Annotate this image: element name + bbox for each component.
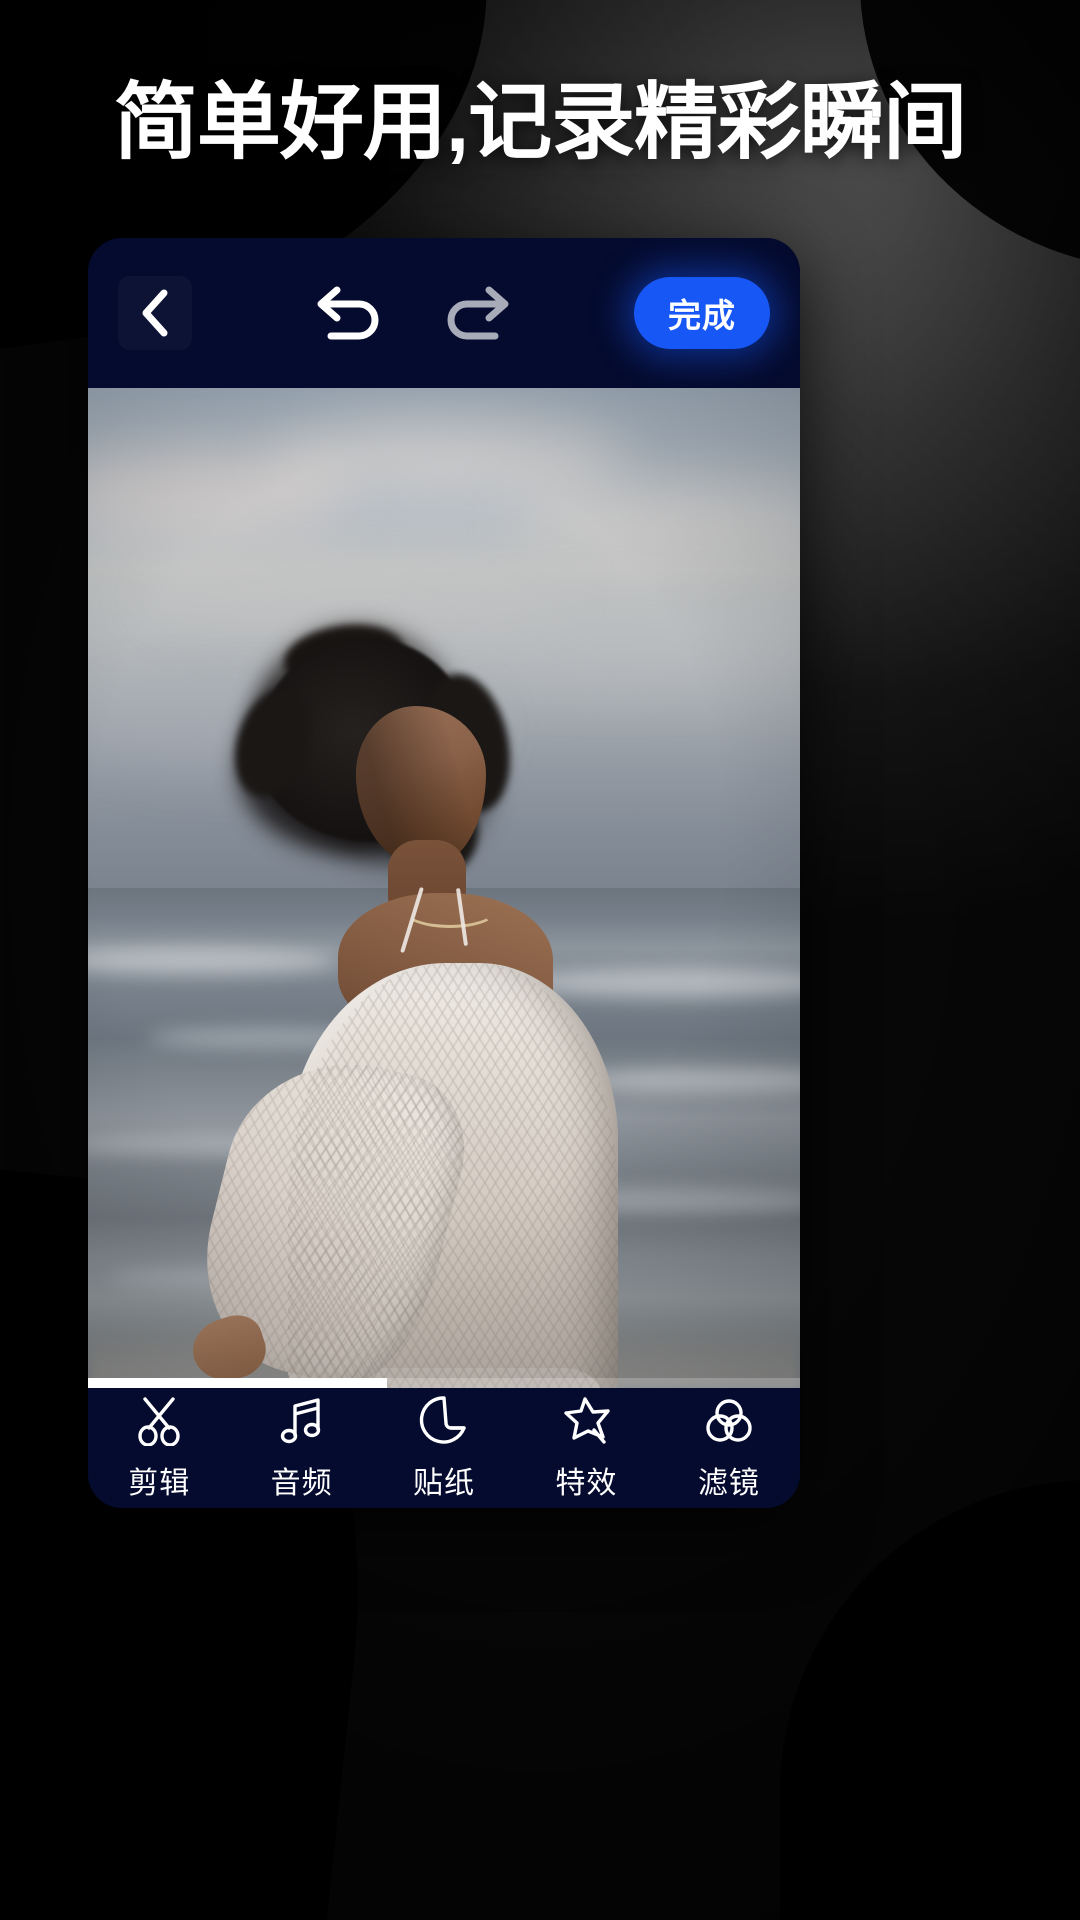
- video-frame: [88, 388, 800, 1388]
- headline-text: 简单好用,记录精彩瞬间: [113, 75, 967, 169]
- video-progress-fill: [88, 1378, 388, 1388]
- star-sparkle-icon: [564, 1397, 611, 1444]
- undo-arrow-icon: [317, 286, 379, 340]
- chevron-left-icon: [142, 289, 168, 337]
- nav-label: 音频: [270, 1467, 333, 1500]
- sticker-icon: [419, 1396, 466, 1444]
- redo-arrow-icon: [447, 286, 509, 340]
- nav-item-filter[interactable]: 滤镜: [658, 1394, 800, 1502]
- nav-item-edit[interactable]: 剪辑: [88, 1394, 230, 1502]
- nav-item-effects[interactable]: 特效: [515, 1394, 657, 1502]
- music-note-icon: [280, 1398, 320, 1444]
- editor-toolbar: 完成: [88, 238, 800, 388]
- back-button[interactable]: [118, 276, 192, 350]
- nav-item-sticker[interactable]: 贴纸: [373, 1394, 515, 1502]
- undo-button[interactable]: [308, 270, 394, 356]
- editor-bottom-nav: 剪辑 音频 贴纸 特效 滤镜: [88, 1388, 800, 1508]
- done-button[interactable]: 完成: [634, 277, 770, 349]
- video-progress-track[interactable]: [88, 1378, 800, 1388]
- nav-label: 特效: [555, 1467, 618, 1500]
- nav-label: 剪辑: [128, 1467, 191, 1500]
- nav-label: 贴纸: [413, 1467, 476, 1500]
- scissors-icon: [138, 1397, 180, 1446]
- nav-item-audio[interactable]: 音频: [230, 1394, 372, 1502]
- video-soft-overlay: [88, 388, 800, 1388]
- app-screenshot-card: 完成 剪辑 音频 贴纸 特效 滤镜: [88, 238, 800, 1508]
- video-preview[interactable]: [88, 388, 800, 1388]
- nav-label: 滤镜: [697, 1467, 760, 1500]
- filter-circles-icon: [706, 1399, 752, 1442]
- redo-button[interactable]: [432, 270, 518, 356]
